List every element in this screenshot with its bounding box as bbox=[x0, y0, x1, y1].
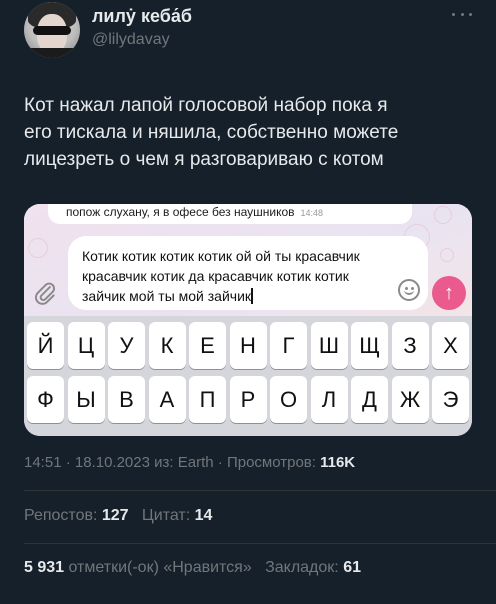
keyboard-key: Щ bbox=[351, 322, 388, 369]
tweet-text-line: лицезреть о чем я разговариваю с котом bbox=[24, 149, 384, 170]
keyboard-key: Ц bbox=[67, 322, 105, 369]
reposts-label: Репостов: bbox=[24, 507, 98, 524]
bookmarks-link[interactable]: Закладок: 61 bbox=[265, 559, 361, 576]
input-line: зайчик мой ты мой зайчик bbox=[82, 288, 252, 304]
engagement-stats: 5 931 отметки(-ок) «Нравится» Закладок: … bbox=[24, 559, 361, 577]
tweet-text: Кот нажал лапой голосовой набор пока я е… bbox=[24, 92, 476, 173]
keyboard-key: Ж bbox=[391, 376, 429, 423]
arrow-up-icon: ↑ bbox=[432, 276, 466, 310]
keyboard-key: А bbox=[148, 376, 186, 423]
previous-chat-message: попож слухану, я в офесе без наушников 14… bbox=[48, 204, 412, 224]
keyboard-key: Л bbox=[310, 376, 348, 423]
keyboard-key: О bbox=[270, 376, 307, 423]
source-prefix: из: bbox=[154, 454, 174, 471]
quotes-count: 14 bbox=[194, 507, 213, 524]
input-line: красавчик котик да красавчик котик котик bbox=[82, 268, 349, 284]
previous-message-text: попож слухану, я в офесе без наушников bbox=[66, 205, 295, 219]
keyboard-key: Д bbox=[351, 376, 388, 423]
tweet-text-line: Кот нажал лапой голосовой набор пока я bbox=[24, 95, 388, 116]
keyboard-key: Ш bbox=[310, 322, 348, 369]
keyboard-key: Ф bbox=[27, 376, 64, 423]
keyboard-key: В bbox=[108, 376, 145, 423]
views-count: 116K bbox=[320, 454, 356, 471]
tweet-media-image[interactable]: попож слухану, я в офесе без наушников 14… bbox=[24, 204, 472, 436]
quotes-link[interactable]: Цитат: 14 bbox=[142, 507, 213, 524]
keyboard-key: П bbox=[189, 376, 226, 423]
keyboard-key: Й bbox=[27, 322, 64, 369]
emoji-icon bbox=[398, 279, 420, 301]
likes-link[interactable]: 5 931 отметки(-ок) «Нравится» bbox=[24, 559, 252, 576]
bookmarks-count: 61 bbox=[343, 559, 361, 576]
divider bbox=[24, 543, 496, 544]
reposts-link[interactable]: Репостов: 127 bbox=[24, 507, 129, 524]
tweet-header: лилẏ кеба́б @lilydavay bbox=[0, 0, 496, 80]
likes-label: отметки(-ок) «Нравится» bbox=[68, 559, 252, 576]
keyboard-key: Ы bbox=[67, 376, 105, 423]
tweet-text-line: его тискала и няшила, собственно можете bbox=[24, 122, 399, 143]
previous-message-time: 14:48 bbox=[300, 208, 324, 218]
views-label: Просмотров: bbox=[226, 454, 316, 471]
keyboard: Й Ц У К Е Н Г Ш Щ З Х Ф Ы В А П Р О Л Д … bbox=[24, 316, 472, 436]
user-handle[interactable]: @lilydavay bbox=[92, 31, 170, 49]
more-options-icon[interactable] bbox=[452, 4, 472, 24]
keyboard-key: Х bbox=[432, 322, 469, 369]
keyboard-key: К bbox=[148, 322, 186, 369]
keyboard-key: Г bbox=[270, 322, 307, 369]
keyboard-key: Р bbox=[229, 376, 267, 423]
display-name[interactable]: лилẏ кеба́б bbox=[92, 6, 192, 27]
tweet-date[interactable]: 18.10.2023 bbox=[75, 454, 150, 471]
tweet-meta: 14:51 · 18.10.2023 из: Earth · Просмотро… bbox=[24, 454, 356, 471]
divider bbox=[24, 490, 496, 491]
paperclip-icon bbox=[35, 282, 55, 305]
tweet-time[interactable]: 14:51 bbox=[24, 454, 62, 471]
quotes-label: Цитат: bbox=[141, 507, 191, 524]
input-line: Котик котик котик котик ой ой ты красавч… bbox=[82, 248, 360, 264]
keyboard-key: У bbox=[108, 322, 145, 369]
reposts-count: 127 bbox=[101, 507, 129, 524]
keyboard-key: Е bbox=[189, 322, 226, 369]
likes-count: 5 931 bbox=[24, 559, 65, 576]
message-input: Котик котик котик котик ой ой ты красавч… bbox=[68, 236, 428, 310]
keyboard-key: Н bbox=[229, 322, 267, 369]
bookmarks-label: Закладок: bbox=[265, 559, 339, 576]
text-caret bbox=[251, 288, 253, 304]
keyboard-key: З bbox=[391, 322, 429, 369]
avatar[interactable] bbox=[24, 2, 80, 58]
keyboard-row: Ф Ы В А П Р О Л Д Ж Э bbox=[24, 376, 472, 430]
repost-stats: Репостов: 127 Цитат: 14 bbox=[24, 507, 212, 525]
tweet-source: Earth bbox=[177, 454, 214, 471]
keyboard-key: Э bbox=[432, 376, 469, 423]
keyboard-row: Й Ц У К Е Н Г Ш Щ З Х bbox=[24, 322, 472, 376]
